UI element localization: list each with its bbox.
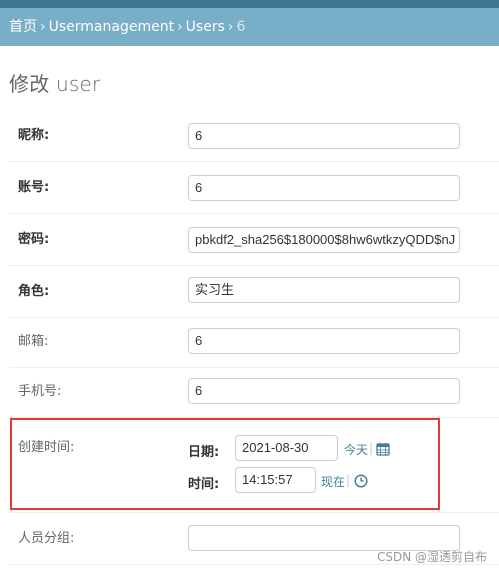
date-label: 日期: [188, 445, 220, 460]
phone-label: 手机号: [18, 384, 62, 399]
clock-icon[interactable] [354, 474, 368, 488]
breadcrumb-separator: › [177, 19, 183, 35]
today-link[interactable]: 今天 [344, 441, 368, 458]
time-label: 时间: [188, 477, 220, 492]
form-row-account: 账号: 6 [9, 162, 499, 214]
group-label: 人员分组: [18, 531, 75, 546]
breadcrumb-separator: › [227, 19, 234, 35]
form-row-created-time: 创建时间: 日期: 2021-08-30 今天 | 时间: 14:15:57 现… [9, 418, 499, 513]
link-separator: | [369, 441, 374, 455]
email-label: 邮箱: [18, 334, 49, 349]
form-row-nickname: 昵称: 6 [9, 110, 499, 162]
now-link[interactable]: 现在 [321, 473, 345, 490]
nickname-label: 昵称: [18, 128, 50, 143]
breadcrumb-home[interactable]: 首页 [9, 19, 37, 35]
date-input[interactable]: 2021-08-30 [235, 435, 338, 461]
role-input[interactable]: 实习生 [188, 277, 460, 303]
breadcrumb-current: 6 [236, 19, 246, 35]
time-input[interactable]: 14:15:57 [235, 467, 316, 493]
breadcrumb-separator: › [40, 19, 46, 35]
password-input[interactable]: pbkdf2_sha256$180000$8hw6wtkzyQDD$nJ [188, 227, 460, 253]
form-row-phone: 手机号: 6 [9, 366, 499, 418]
form-row-email: 邮箱: 6 [9, 316, 499, 368]
nickname-input[interactable]: 6 [188, 123, 460, 149]
phone-input[interactable]: 6 [188, 378, 460, 404]
watermark: CSDN @湿透剪自布 [376, 550, 487, 564]
form-row-role: 角色: 实习生 [9, 266, 499, 318]
page-title: 修改 user [9, 72, 101, 96]
form-row-password: 密码: pbkdf2_sha256$180000$8hw6wtkzyQDD$nJ [9, 214, 499, 266]
top-strip [0, 0, 499, 8]
created-time-label: 创建时间: [18, 440, 75, 455]
account-label: 账号: [18, 180, 50, 195]
account-input[interactable]: 6 [188, 175, 460, 201]
breadcrumb-model[interactable]: Users [186, 19, 225, 35]
breadcrumb-app[interactable]: Usermanagement [49, 19, 174, 35]
email-input[interactable]: 6 [188, 328, 460, 354]
calendar-icon[interactable] [376, 442, 390, 456]
password-label: 密码: [18, 232, 50, 247]
breadcrumb: 首页 › Usermanagement › Users › 6 [0, 8, 499, 46]
link-separator: | [346, 473, 351, 487]
role-label: 角色: [18, 284, 50, 299]
